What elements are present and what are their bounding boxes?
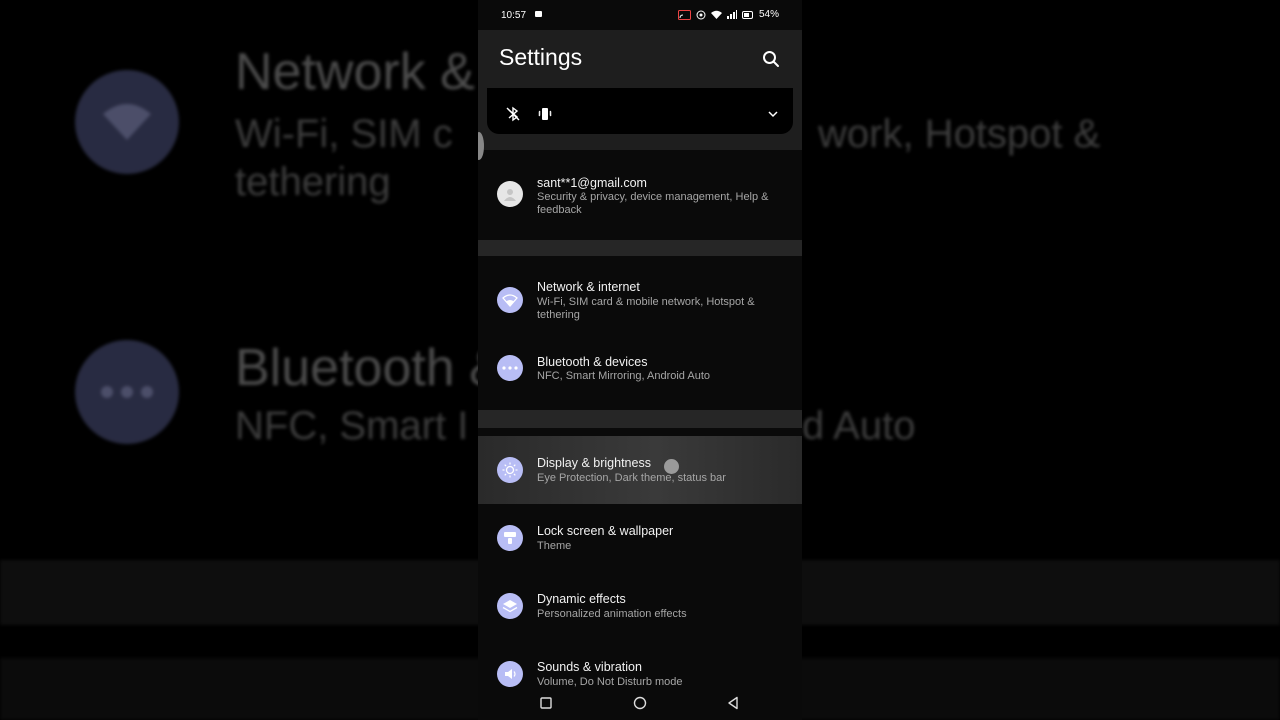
search-icon[interactable]	[762, 50, 780, 68]
more-dots-icon	[497, 355, 523, 381]
bg-bluetooth-sub-right: d Auto	[802, 404, 916, 448]
bg-network-title: Network &	[235, 43, 475, 101]
brightness-icon	[497, 457, 523, 483]
hotspot-icon	[696, 10, 706, 19]
item-subtitle: Wi-Fi, SIM card & mobile network, Hotspo…	[537, 296, 755, 321]
quick-settings-panel	[487, 88, 793, 134]
avatar-icon	[497, 181, 523, 207]
section-divider	[478, 240, 802, 256]
section-divider	[478, 410, 802, 428]
status-bar: 10:57 54%	[478, 0, 802, 30]
app-bar: Settings	[478, 30, 802, 88]
wallpaper-icon	[497, 525, 523, 551]
chevron-down-icon[interactable]	[767, 108, 779, 120]
screen-record-icon	[535, 11, 542, 17]
item-title: Display & brightness	[537, 456, 651, 470]
home-icon[interactable]	[633, 696, 647, 710]
settings-item-bluetooth[interactable]: Bluetooth & devices NFC, Smart Mirroring…	[478, 340, 802, 404]
settings-item-lockscreen[interactable]: Lock screen & wallpaper Theme	[478, 506, 802, 570]
screen: Network & Wi-Fi, SIM c work, Hotspot & t…	[0, 0, 1280, 720]
back-icon[interactable]	[726, 696, 740, 710]
cast-icon	[677, 9, 691, 20]
item-title: Sounds & vibration	[537, 660, 642, 674]
account-subtitle: Security & privacy, device management, H…	[537, 191, 769, 216]
status-icons: 54%	[677, 9, 779, 20]
bluetooth-off-icon[interactable]	[505, 106, 521, 122]
bg-bluetooth-title: Bluetooth &	[235, 339, 504, 397]
wifi-icon	[497, 287, 523, 313]
signal-icon	[726, 10, 737, 19]
item-subtitle: Personalized animation effects	[537, 608, 687, 620]
wifi-status-icon	[710, 10, 722, 19]
vibrate-icon[interactable]	[537, 106, 553, 122]
bg-dots-icon	[75, 340, 179, 444]
item-subtitle: Eye Protection, Dark theme, status bar	[537, 472, 726, 484]
settings-item-sounds[interactable]: Sounds & vibration Volume, Do Not Distur…	[478, 642, 802, 688]
settings-item-display[interactable]: Display & brightness Eye Protection, Dar…	[478, 436, 802, 504]
account-email: sant**1@gmail.com	[537, 176, 647, 190]
navigation-bar	[478, 688, 802, 720]
item-subtitle: Theme	[537, 540, 572, 552]
bg-network-sub-right: work, Hotspot &	[818, 112, 1101, 156]
page-title: Settings	[499, 44, 583, 70]
bg-network-sub-line2: tethering	[235, 160, 391, 204]
item-subtitle: Volume, Do Not Disturb mode	[537, 676, 683, 688]
bg-bluetooth-sub-left: NFC, Smart I	[235, 404, 469, 448]
item-title: Network & internet	[537, 280, 640, 294]
battery-percent: 54%	[758, 9, 779, 20]
bg-network-sub-left: Wi-Fi, SIM c	[235, 112, 453, 156]
layers-icon	[497, 593, 523, 619]
touch-indicator	[664, 459, 679, 474]
bg-wifi-icon	[75, 70, 179, 174]
settings-item-network[interactable]: Network & internet Wi-Fi, SIM card & mob…	[478, 266, 802, 334]
item-title: Lock screen & wallpaper	[537, 524, 674, 538]
item-subtitle: NFC, Smart Mirroring, Android Auto	[537, 370, 711, 382]
item-title: Dynamic effects	[537, 592, 626, 606]
recents-icon[interactable]	[539, 696, 553, 710]
settings-item-dynamic-effects[interactable]: Dynamic effects Personalized animation e…	[478, 574, 802, 638]
speaker-icon	[497, 661, 523, 687]
account-row[interactable]: sant**1@gmail.com Security & privacy, de…	[478, 160, 802, 232]
battery-icon	[741, 10, 753, 19]
phone-screen: 10:57 54% Settings sant**1@gmail.com Sec…	[478, 0, 802, 720]
item-title: Bluetooth & devices	[537, 355, 648, 369]
status-time: 10:57	[501, 10, 527, 21]
